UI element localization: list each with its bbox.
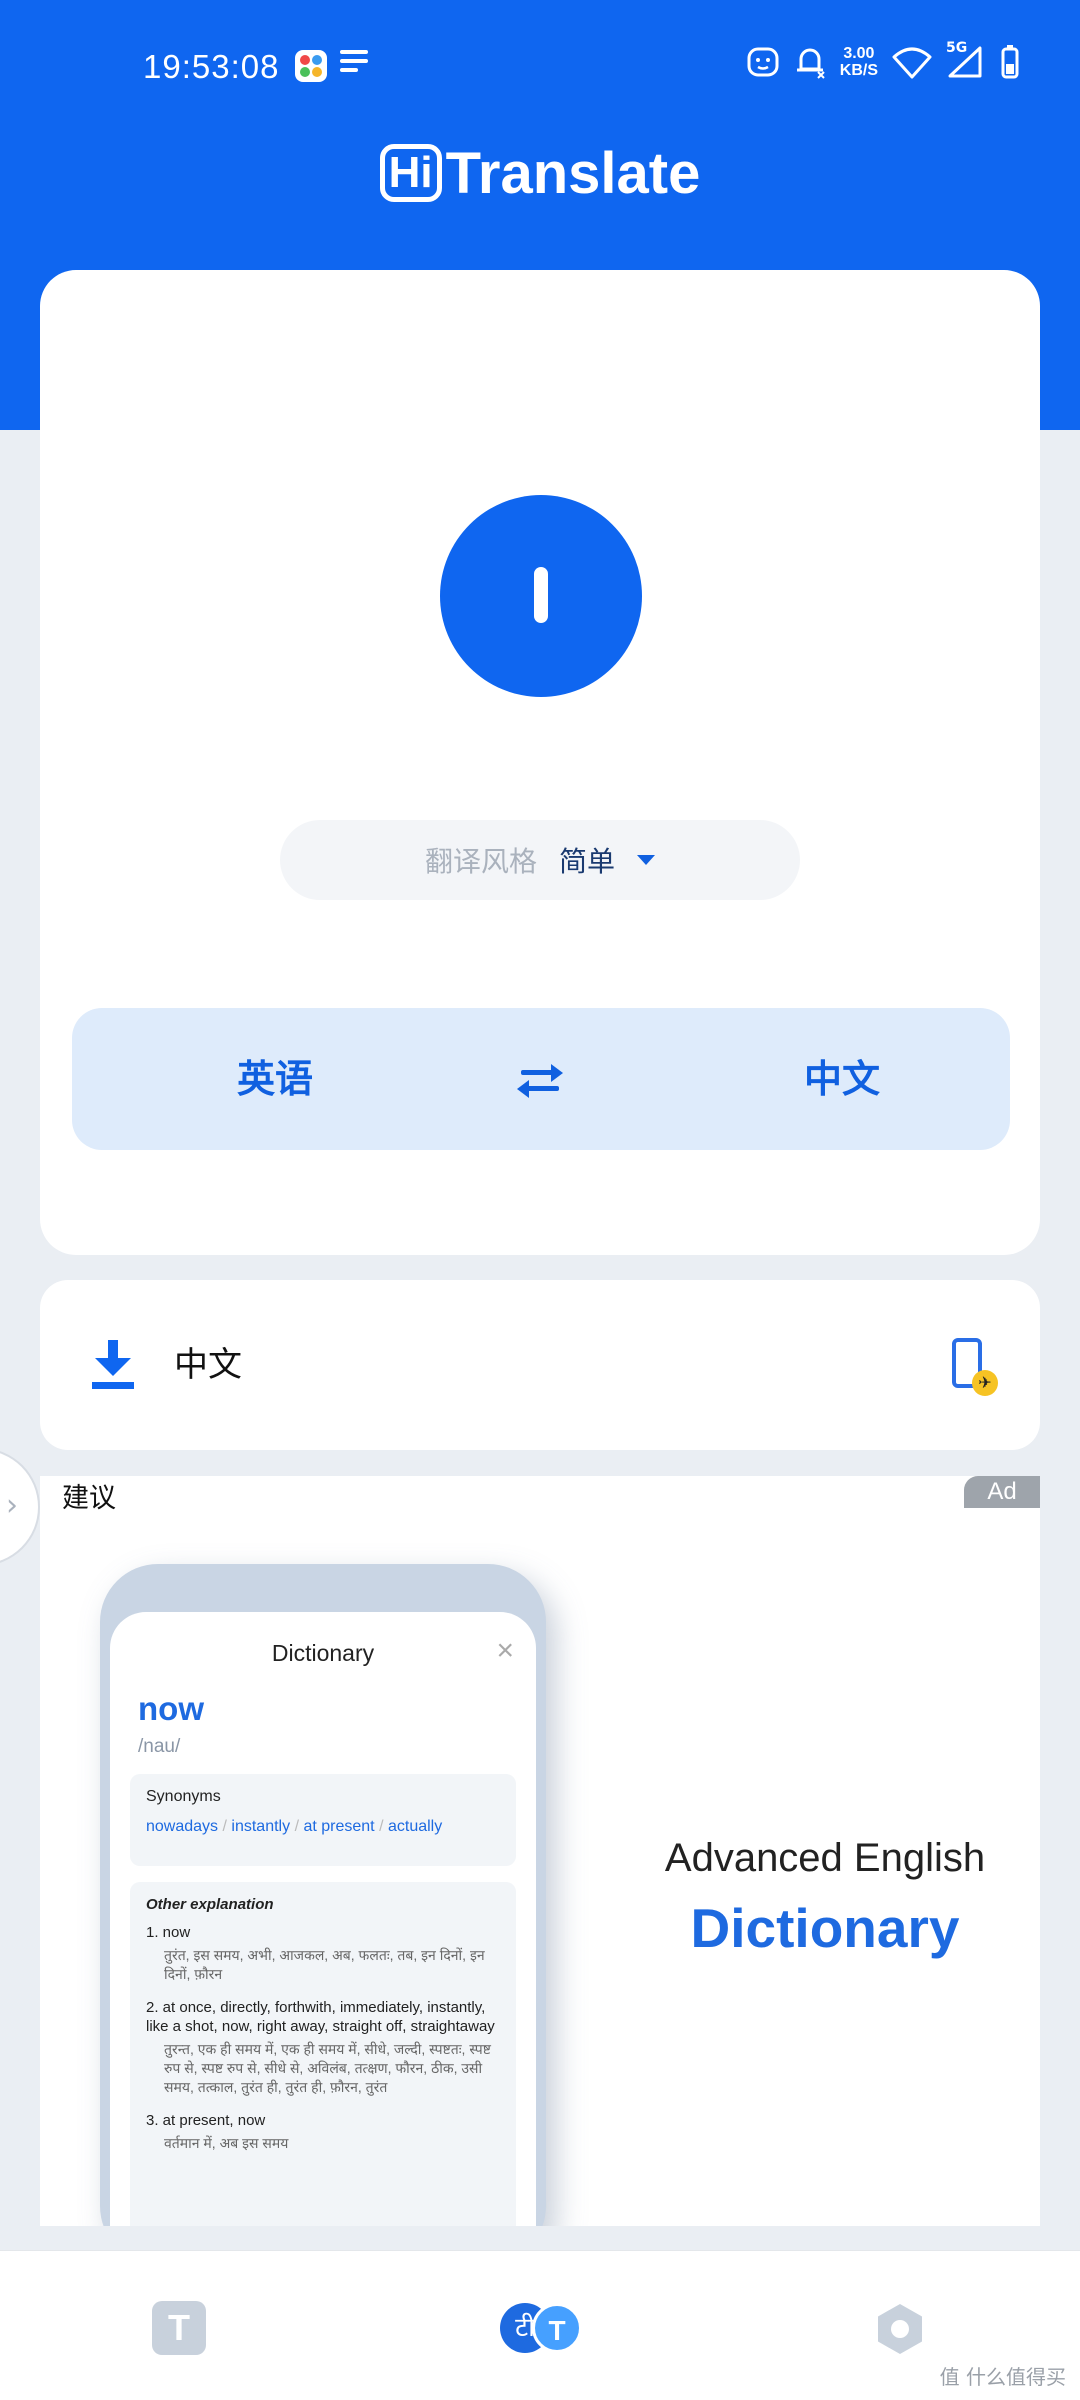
swap-languages-icon[interactable] <box>517 1058 563 1100</box>
app-title-text: Translate <box>445 141 701 206</box>
status-time: 19:53:08 <box>143 48 280 85</box>
text-translate-tab-icon[interactable]: T <box>152 2301 206 2355</box>
mock-item: 3. at present, now <box>146 2112 266 2129</box>
mock-item-translation: तुरन्त, एक ही समय में, एक ही समय में, सी… <box>164 2041 491 2095</box>
offline-language-card[interactable]: 中文 ✈ <box>40 1280 1040 1450</box>
mock-word: now <box>138 1690 204 1727</box>
message-notification-icon <box>340 50 368 80</box>
app-logo-badge: Hi <box>379 144 442 202</box>
app-notification-icon <box>295 50 327 82</box>
mock-item-translation: तुरंत, इस समय, अभी, आजकल, अब, फलतः, तब, … <box>164 1947 485 1982</box>
mock-synonyms-heading: Synonyms <box>146 1788 221 1805</box>
battery-icon <box>1001 45 1019 79</box>
ad-dictionary-screen: Dictionary × now /nau/ Synonyms nowadays… <box>110 1612 536 2226</box>
mock-item-translation: वर्तमान में, अब इस समय <box>164 2135 289 2151</box>
bell-muted-icon <box>796 48 825 79</box>
mock-phonetic: /nau/ <box>138 1736 181 1757</box>
ad-headline: Advanced English <box>664 1836 986 1880</box>
mock-item: 2. at once, directly, forthwith, immedia… <box>146 1999 495 2035</box>
translation-style-selector[interactable]: 翻译风格 简单 <box>280 820 800 900</box>
mock-synonyms-list: nowadays / instantly / at present / actu… <box>146 1818 443 1835</box>
status-bar: 19:53:08 3.00 KB/S 5G <box>0 0 1080 140</box>
mock-explanation-box: Other explanation 1. now तुरंत, इस समय, … <box>130 1882 516 2226</box>
cellular-5g-icon: 5G <box>946 40 986 80</box>
close-icon: × <box>496 1634 514 1667</box>
ad-badge: Ad <box>964 1476 1040 1508</box>
microphone-button[interactable] <box>440 495 642 697</box>
face-icon <box>747 47 779 77</box>
ad-headline-emphasis: Dictionary <box>690 1897 960 1959</box>
chevron-right-icon: › <box>6 1488 18 1523</box>
download-icon[interactable] <box>92 1340 134 1390</box>
bottom-navigation: T टी T 值 什么值得买 <box>0 2250 1080 2400</box>
dropdown-caret-icon <box>637 855 656 865</box>
network-speed: 3.00 KB/S <box>839 45 878 79</box>
mock-item: 1. now <box>146 1924 191 1941</box>
status-right-group: 3.00 KB/S 5G <box>746 40 1020 80</box>
mock-explanation-heading: Other explanation <box>146 1896 274 1913</box>
translation-style-value: 简单 <box>559 845 616 878</box>
offline-language-label: 中文 <box>174 1345 242 1385</box>
language-pair-bar: 英语 中文 <box>72 1008 1010 1150</box>
suggestion-label: 建议 <box>62 1483 116 1514</box>
source-language-button[interactable]: 英语 <box>237 1008 313 1150</box>
microphone-icon <box>534 567 548 623</box>
ad-banner[interactable]: 建议 Ad Dictionary × now /nau/ Synonyms no… <box>40 1476 1040 2226</box>
app-title: Hi Translate <box>0 140 1080 207</box>
conversation-tab-icon[interactable]: टी T <box>500 2301 582 2355</box>
voice-translate-card: 翻译风格 简单 英语 中文 <box>40 270 1040 1255</box>
translation-style-label: 翻译风格 <box>424 845 537 878</box>
mock-dictionary-title: Dictionary <box>271 1640 375 1666</box>
mock-synonyms-box: Synonyms nowadays / instantly / at prese… <box>130 1774 516 1866</box>
side-expand-tab[interactable]: › <box>0 1448 40 1566</box>
offline-mode-icon[interactable]: ✈ <box>952 1338 998 1396</box>
wifi-icon <box>892 47 932 79</box>
target-language-button[interactable]: 中文 <box>804 1008 880 1150</box>
settings-tab-icon[interactable] <box>872 2301 928 2357</box>
watermark: 值 什么值得买 <box>939 2365 1066 2389</box>
